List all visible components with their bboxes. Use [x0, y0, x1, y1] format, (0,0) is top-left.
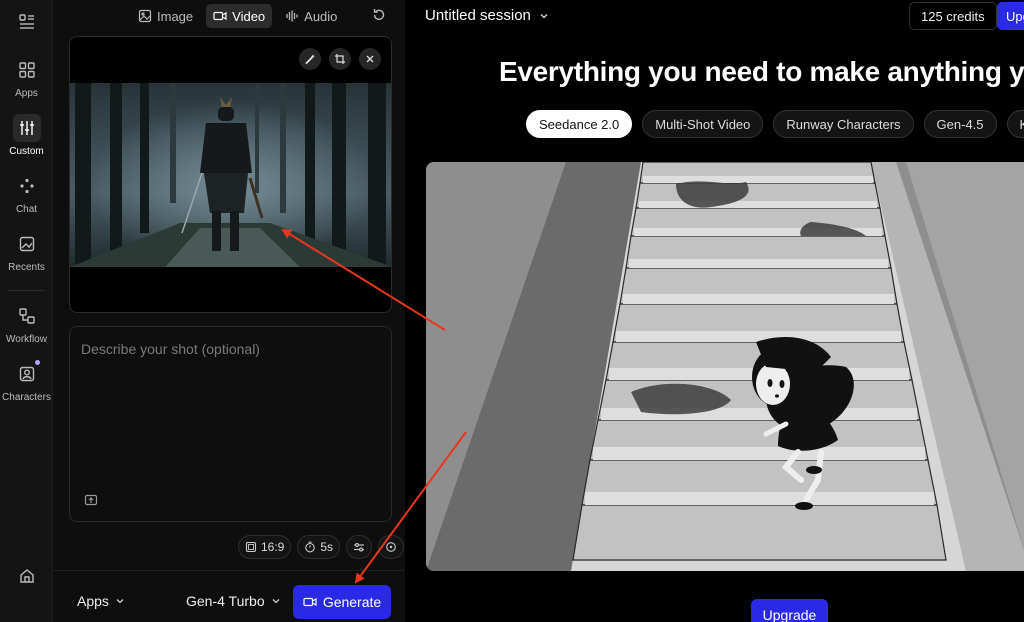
rail-item-custom[interactable]: Custom [0, 114, 53, 157]
upgrade-button-top[interactable]: Upgrade [997, 2, 1024, 30]
audio-wave-icon [286, 10, 298, 22]
prompt-box [69, 326, 392, 522]
workflow-icon [18, 308, 35, 324]
image-tools [299, 48, 381, 70]
options-icon [386, 542, 396, 552]
extra-options-chip[interactable] [378, 535, 405, 559]
chevron-down-icon [116, 599, 124, 604]
showcase-video[interactable] [426, 162, 1024, 571]
generate-button[interactable]: Generate [293, 585, 391, 619]
rail-label-workflow: Workflow [6, 334, 47, 345]
chat-dots-icon [19, 178, 34, 194]
rail-label-recents: Recents [8, 262, 45, 273]
session-title-dropdown[interactable]: Untitled session [425, 7, 549, 24]
image-stack-icon [19, 236, 34, 252]
video-camera-icon [303, 597, 317, 607]
samurai-forest-image [70, 83, 391, 267]
settings-chips: 16:9 5s [238, 535, 405, 559]
brush-button[interactable] [299, 48, 321, 70]
model-dropdown-label: Gen-4 Turbo [186, 593, 265, 609]
session-title: Untitled session [425, 7, 531, 24]
rail-label-apps: Apps [15, 88, 38, 99]
control-panel: Image Video Audio Describe your shot (op… [53, 0, 405, 622]
crop-button[interactable] [329, 48, 351, 70]
apps-dropdown-label: Apps [77, 593, 109, 609]
upgrade-button-bottom[interactable]: Upgrade [751, 599, 828, 622]
menu-grid-icon [18, 14, 34, 29]
crop-icon [335, 54, 345, 64]
close-icon [366, 55, 374, 63]
video-camera-icon [213, 11, 227, 21]
home-icon [19, 569, 34, 583]
rail-item-home[interactable] [0, 562, 53, 590]
duration-chip[interactable]: 5s [297, 535, 341, 559]
chevron-down-icon [540, 13, 548, 18]
settings-sliders-icon [354, 543, 365, 552]
sliders-icon [19, 121, 34, 135]
model-tab-gen-45[interactable]: Gen-4.5 [923, 110, 997, 138]
aspect-ratio-icon [245, 541, 257, 553]
stairs-girl-image [426, 162, 1024, 571]
remove-image-button[interactable] [359, 48, 381, 70]
rail-item-chat[interactable]: Chat [0, 172, 53, 215]
model-tab-runway-characters[interactable]: Runway Characters [773, 110, 914, 138]
panel-footer: Apps Gen-4 Turbo Generate [53, 570, 405, 622]
aspect-ratio-value: 16:9 [261, 540, 285, 554]
model-tab-kling[interactable]: Kling 3.0 [1006, 110, 1024, 138]
model-tab-multi-shot[interactable]: Multi-Shot Video [642, 110, 764, 138]
rail-item-recents[interactable]: Recents [0, 230, 53, 273]
chevron-down-icon [272, 599, 280, 604]
tab-audio-label: Audio [304, 8, 338, 24]
rail-label-custom: Custom [9, 146, 44, 157]
main-area: Untitled session 125 credits Upgrade Eve… [405, 0, 1024, 622]
timer-icon [305, 541, 316, 553]
rail-item-characters[interactable]: Characters [0, 360, 53, 403]
rail-item-workflow[interactable]: Workflow [0, 302, 53, 345]
rail-label-chat: Chat [15, 204, 38, 215]
image-reference-icon[interactable] [84, 493, 98, 507]
tab-video[interactable]: Video [206, 4, 273, 28]
rail-item-apps[interactable]: Apps [0, 56, 53, 99]
page-headline: Everything you need to make anything you… [499, 56, 1024, 87]
brush-icon [305, 54, 315, 65]
model-tab-seedance[interactable]: Seedance 2.0 [526, 110, 633, 138]
new-badge-dot [34, 360, 40, 365]
prompt-input[interactable] [70, 327, 391, 487]
apps-dropdown[interactable]: Apps [77, 593, 125, 609]
tab-image[interactable]: Image [131, 4, 200, 28]
rail-label-characters: Characters [2, 392, 51, 403]
advanced-settings-chip[interactable] [346, 535, 373, 559]
mode-tabs: Image Video Audio [131, 4, 344, 28]
tab-audio[interactable]: Audio [278, 4, 344, 28]
reset-icon[interactable] [371, 7, 387, 23]
left-rail: Apps Custom Chat Recents Workflow Charac… [0, 0, 53, 622]
apps-grid-icon [18, 62, 35, 78]
image-icon [138, 9, 152, 23]
duration-value: 5s [320, 540, 334, 554]
character-icon [19, 366, 34, 382]
tab-video-label: Video [232, 8, 266, 24]
aspect-ratio-chip[interactable]: 16:9 [238, 535, 292, 559]
model-dropdown[interactable]: Gen-4 Turbo [186, 593, 281, 609]
rail-divider [8, 290, 45, 291]
tab-image-label: Image [157, 8, 194, 24]
rail-menu[interactable] [0, 8, 53, 36]
credits-badge[interactable]: 125 credits [909, 2, 997, 30]
model-tabs: Seedance 2.0 Multi-Shot Video Runway Cha… [526, 110, 1024, 138]
generate-label: Generate [322, 594, 382, 610]
reference-image-card[interactable] [69, 36, 392, 313]
